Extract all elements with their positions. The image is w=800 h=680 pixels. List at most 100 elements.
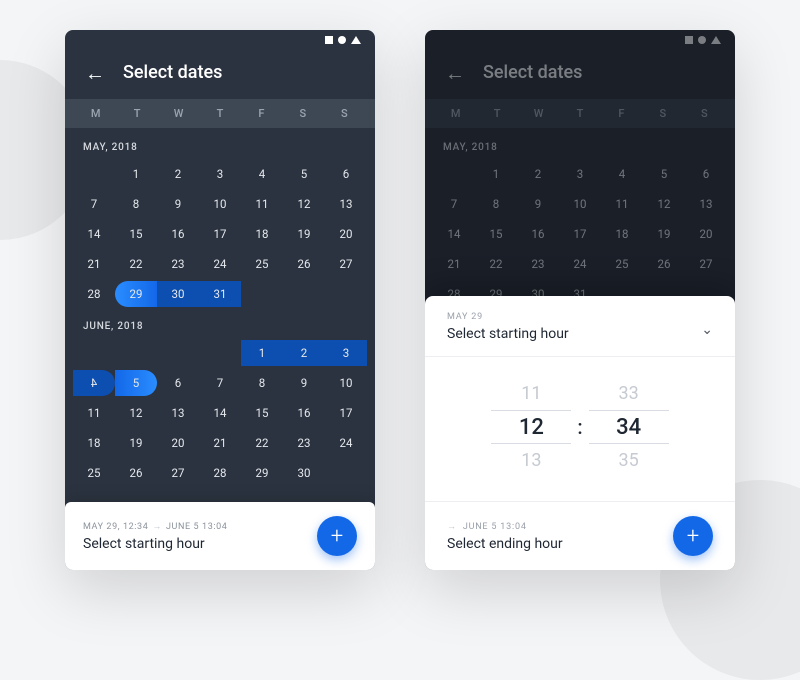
calendar-day[interactable]: 15 [115,221,157,247]
calendar-day[interactable]: 21 [433,251,475,277]
month-grid-june[interactable]: 1234567891011121314151617181920212223242… [73,340,367,486]
calendar-day[interactable]: 11 [241,191,283,217]
calendar-day[interactable]: 9 [157,191,199,217]
calendar-day[interactable]: 12 [115,400,157,426]
add-button[interactable]: + [317,516,357,556]
calendar-day[interactable]: 19 [283,221,325,247]
calendar-day[interactable]: 22 [241,430,283,456]
calendar-day[interactable]: 10 [325,370,367,396]
minute-wheel[interactable]: 33 34 35 [589,377,669,477]
calendar-day[interactable]: 20 [157,430,199,456]
calendar-day[interactable]: 27 [325,251,367,277]
calendar-day[interactable]: 29 [115,281,157,307]
chevron-down-icon[interactable]: ⌄ [701,322,713,338]
calendar-day[interactable]: 15 [475,221,517,247]
calendar-day[interactable]: 1 [115,161,157,187]
calendar-day[interactable]: 24 [199,251,241,277]
calendar-day[interactable]: 12 [283,191,325,217]
calendar-day[interactable]: 22 [475,251,517,277]
calendar-day[interactable]: 11 [601,191,643,217]
calendar-day[interactable]: 4 [73,370,115,396]
calendar-day[interactable]: 13 [157,400,199,426]
calendar-day[interactable]: 15 [241,400,283,426]
calendar-day[interactable]: 26 [115,460,157,486]
calendar-day[interactable]: 17 [199,221,241,247]
calendar-day[interactable]: 27 [685,251,727,277]
calendar-day[interactable]: 10 [559,191,601,217]
calendar-day[interactable]: 28 [73,281,115,307]
calendar-day[interactable]: 2 [283,340,325,366]
calendar-day[interactable]: 2 [517,161,559,187]
calendar-day[interactable]: 26 [643,251,685,277]
calendar-day[interactable]: 9 [283,370,325,396]
back-icon[interactable]: ← [85,63,105,83]
calendar-day[interactable]: 18 [241,221,283,247]
calendar-day[interactable]: 14 [73,221,115,247]
calendar-day[interactable]: 6 [157,370,199,396]
calendar-day[interactable]: 18 [73,430,115,456]
calendar-day[interactable]: 5 [643,161,685,187]
calendar-day[interactable]: 25 [601,251,643,277]
back-icon[interactable]: ← [445,63,465,83]
sheet-footer-end[interactable]: →JUNE 5 13:04 Select ending hour + [425,501,735,570]
add-button[interactable]: + [673,516,713,556]
calendar-day[interactable]: 31 [199,281,241,307]
calendar-day[interactable]: 4 [601,161,643,187]
calendar-day[interactable]: 23 [157,251,199,277]
calendar-day[interactable]: 16 [283,400,325,426]
calendar-day[interactable]: 7 [73,191,115,217]
calendar-day[interactable]: 8 [475,191,517,217]
calendar-day[interactable]: 3 [199,161,241,187]
calendar-day[interactable]: 10 [199,191,241,217]
calendar-day[interactable]: 17 [325,400,367,426]
calendar-day[interactable]: 28 [199,460,241,486]
calendar-day[interactable]: 24 [325,430,367,456]
calendar-day[interactable]: 14 [199,400,241,426]
calendar-day[interactable]: 12 [643,191,685,217]
calendar-day[interactable]: 16 [517,221,559,247]
time-picker[interactable]: 11 12 13 : 33 34 35 [425,357,735,501]
calendar-day[interactable]: 1 [241,340,283,366]
calendar-day[interactable]: 22 [115,251,157,277]
calendar-day[interactable]: 27 [157,460,199,486]
calendar-day[interactable]: 16 [157,221,199,247]
calendar-day[interactable]: 9 [517,191,559,217]
calendar-day[interactable]: 30 [157,281,199,307]
calendar-day[interactable]: 25 [73,460,115,486]
calendar-day[interactable]: 11 [73,400,115,426]
calendar-day[interactable]: 6 [325,161,367,187]
calendar-day[interactable]: 20 [685,221,727,247]
calendar-day[interactable]: 19 [643,221,685,247]
calendar-day[interactable]: 18 [601,221,643,247]
calendar-day[interactable]: 6 [685,161,727,187]
calendar-day[interactable]: 13 [685,191,727,217]
footer-card[interactable]: MAY 29, 12:34→JUNE 5 13:04 Select starti… [65,502,375,570]
calendar-day[interactable]: 24 [559,251,601,277]
calendar-day[interactable]: 26 [283,251,325,277]
calendar-day[interactable]: 7 [199,370,241,396]
sheet-header-start[interactable]: MAY 29 Select starting hour ⌄ [425,296,735,357]
calendar-day[interactable]: 2 [157,161,199,187]
calendar-day[interactable]: 13 [325,191,367,217]
calendar-day[interactable]: 8 [241,370,283,396]
calendar-day[interactable]: 4 [241,161,283,187]
calendar-day[interactable]: 8 [115,191,157,217]
calendar-day[interactable]: 3 [559,161,601,187]
calendar-day[interactable]: 3 [325,340,367,366]
month-grid-may[interactable]: 1234567891011121314151617181920212223242… [73,161,367,307]
hour-wheel[interactable]: 11 12 13 [491,377,571,477]
calendar-day[interactable]: 20 [325,221,367,247]
calendar-day[interactable]: 25 [241,251,283,277]
calendar-day[interactable]: 23 [517,251,559,277]
calendar-day[interactable]: 21 [199,430,241,456]
calendar-day[interactable]: 1 [475,161,517,187]
calendar-day[interactable]: 19 [115,430,157,456]
calendar-day[interactable]: 29 [241,460,283,486]
calendar-day[interactable]: 30 [283,460,325,486]
calendar-day[interactable]: 21 [73,251,115,277]
calendar-day[interactable]: 7 [433,191,475,217]
calendar-day[interactable]: 23 [283,430,325,456]
calendar-day[interactable]: 17 [559,221,601,247]
calendar-day[interactable]: 5 [283,161,325,187]
calendar-day[interactable]: 5 [115,370,157,396]
